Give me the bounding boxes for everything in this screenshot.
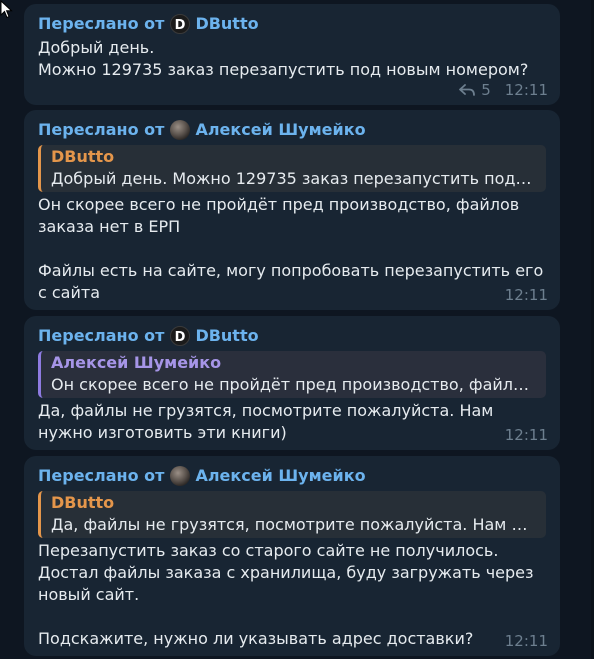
quote-sender-name: DButto <box>51 147 115 166</box>
mouse-cursor-icon <box>0 0 13 19</box>
message-bubble[interactable]: Переслано от D DButto Алексей Шумейко Он… <box>24 316 560 450</box>
svg-text:D: D <box>175 18 186 33</box>
forward-prefix: Переслано от <box>38 14 165 33</box>
quote-sender-name: DButto <box>51 493 115 512</box>
message-time: 12:11 <box>504 81 548 99</box>
replies-count[interactable]: 5 <box>481 81 491 99</box>
quote-text: Он скорее всего не пройдёт пред производ… <box>51 375 536 394</box>
forward-prefix: Переслано от <box>38 120 165 139</box>
message-time: 12:11 <box>504 286 548 304</box>
svg-text:D: D <box>175 330 186 345</box>
reply-quote[interactable]: DButto Добрый день. Можно 129735 заказ п… <box>38 145 546 192</box>
forward-sender-name[interactable]: DButto <box>195 13 258 35</box>
forward-prefix: Переслано от <box>38 326 165 345</box>
forward-sender-name[interactable]: Алексей Шумейко <box>195 465 365 487</box>
forward-prefix: Переслано от <box>38 466 165 485</box>
reply-quote[interactable]: Алексей Шумейко Он скорее всего не пройд… <box>38 351 546 398</box>
message-time: 12:11 <box>504 426 548 444</box>
message-text: Да, файлы не грузятся, посмотрите пожалу… <box>38 401 494 442</box>
message-bubble[interactable]: Переслано от Алексей Шумейко DButto Добр… <box>24 110 560 310</box>
user-avatar[interactable] <box>170 120 191 140</box>
message-text: Добрый день. Можно 129735 заказ перезапу… <box>38 38 529 79</box>
message-text: Перезапустить заказ со старого сайте не … <box>38 541 534 648</box>
message-meta: 12:11 <box>505 286 548 304</box>
forward-header[interactable]: Переслано от D DButto <box>38 325 546 347</box>
message-meta: 12:11 <box>505 632 548 650</box>
forward-header[interactable]: Переслано от D DButto <box>38 13 546 35</box>
forward-header[interactable]: Переслано от Алексей Шумейко <box>38 465 546 487</box>
message-bubble[interactable]: Переслано от Алексей Шумейко DButto Да, … <box>24 456 560 656</box>
message-bubble[interactable]: Переслано от D DButto Добрый день. Можно… <box>24 4 560 105</box>
user-avatar[interactable] <box>170 466 191 486</box>
replies-icon[interactable] <box>459 83 476 97</box>
quote-text: Добрый день. Можно 129735 заказ перезапу… <box>51 169 536 188</box>
reply-quote[interactable]: DButto Да, файлы не грузятся, посмотрите… <box>38 491 546 538</box>
quote-text: Да, файлы не грузятся, посмотрите пожалу… <box>51 515 536 534</box>
dbutto-avatar[interactable]: D <box>170 14 191 34</box>
message-text: Он скорее всего не пройдёт пред производ… <box>38 195 544 302</box>
dbutto-avatar[interactable]: D <box>170 326 191 346</box>
message-time: 12:11 <box>504 632 548 650</box>
forward-header[interactable]: Переслано от Алексей Шумейко <box>38 119 546 141</box>
forward-sender-name[interactable]: DButto <box>195 325 258 347</box>
quote-sender-name: Алексей Шумейко <box>51 353 222 372</box>
message-meta: 12:11 <box>505 426 548 444</box>
message-meta: 5 12:11 <box>459 81 548 99</box>
forward-sender-name[interactable]: Алексей Шумейко <box>195 119 365 141</box>
